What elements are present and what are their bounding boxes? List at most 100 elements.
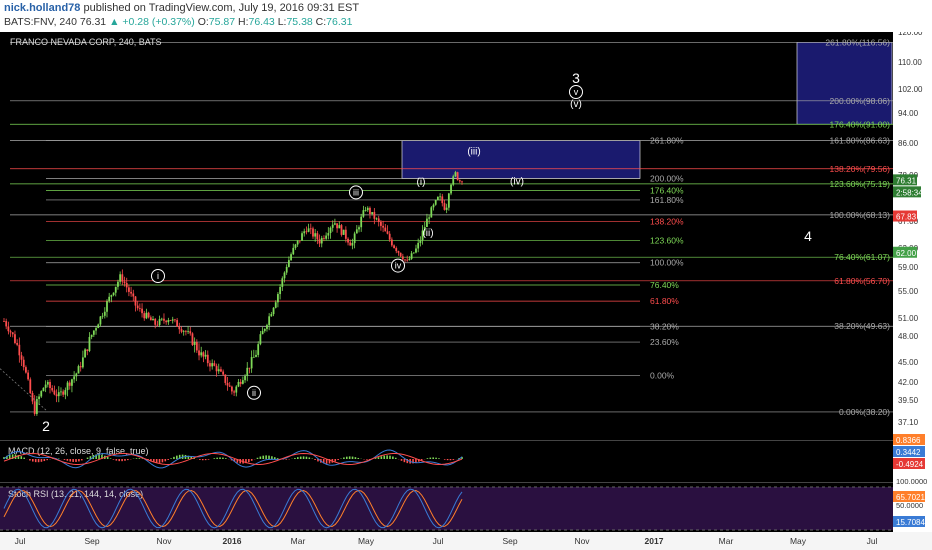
last-price: 76.31 xyxy=(79,16,107,28)
time-tick-label: Sep xyxy=(84,536,99,546)
candle-body xyxy=(128,287,130,292)
candle-body xyxy=(158,319,161,325)
time-tick-label: 2017 xyxy=(645,536,664,546)
macd-value: 0.8366 xyxy=(896,436,921,445)
candle-body xyxy=(296,240,299,245)
wave-label: 3 xyxy=(572,70,580,86)
candle-body xyxy=(213,363,216,366)
candle-body xyxy=(191,333,194,345)
candle-body xyxy=(77,366,80,374)
candle-body xyxy=(277,294,279,303)
fib-left-label: 100.00% xyxy=(650,258,684,268)
candle-body xyxy=(388,233,391,240)
candle-body xyxy=(141,308,143,314)
candle-body xyxy=(461,181,463,183)
price-tick-label: 59.00 xyxy=(898,263,919,272)
candle-body xyxy=(68,382,71,386)
candle-body xyxy=(209,363,211,367)
candle-body xyxy=(266,325,268,329)
change-value: ▲ +0.28 (+0.37%) xyxy=(109,16,195,28)
candle-body xyxy=(84,349,86,358)
candle-body xyxy=(86,349,89,351)
candle-body xyxy=(184,331,187,333)
candle-body xyxy=(314,233,317,237)
chart-canvas[interactable]: 261.80%200.00%176.40%161.80%138.20%123.6… xyxy=(0,32,932,550)
candle-body xyxy=(51,388,54,391)
candle-body xyxy=(355,229,358,234)
candle-body xyxy=(176,320,179,327)
fib-right-label: 61.80%(56.70) xyxy=(834,276,890,286)
candle-body xyxy=(430,207,433,218)
time-tick-label: Jul xyxy=(867,536,878,546)
candle-body xyxy=(156,324,159,326)
candle-body xyxy=(38,396,40,400)
candle-body xyxy=(364,210,367,211)
high-label: H: xyxy=(238,16,249,28)
candle-body xyxy=(71,379,73,386)
candle-body xyxy=(235,386,238,393)
fib-right-label: 176.40%(91.00) xyxy=(830,119,891,129)
candle-body xyxy=(305,231,308,233)
candle-body xyxy=(447,193,450,208)
author-link[interactable]: nick.holland78 xyxy=(4,2,80,14)
candle-body xyxy=(16,343,19,345)
candle-body xyxy=(46,381,49,385)
price-tick-label: 102.00 xyxy=(898,85,923,94)
candle-body xyxy=(336,223,338,229)
candle-body xyxy=(73,376,76,380)
candle-body xyxy=(174,319,176,321)
candle-body xyxy=(81,357,84,368)
candle-body xyxy=(316,233,319,240)
candle-body xyxy=(193,342,196,345)
candle-body xyxy=(7,326,10,332)
candle-body xyxy=(18,344,21,356)
wave-label: 4 xyxy=(804,228,812,244)
wave-label: 2 xyxy=(42,418,50,434)
candle-body xyxy=(241,380,244,384)
candle-body xyxy=(281,278,284,287)
wave-label: i xyxy=(157,271,159,281)
candle-body xyxy=(202,352,205,357)
wave-label: iii xyxy=(353,187,359,197)
time-tick-label: Nov xyxy=(574,536,590,546)
candle-body xyxy=(290,254,292,261)
candle-body xyxy=(408,258,411,261)
candle-body xyxy=(134,296,137,306)
fib-right-label: 200.00%(98.06) xyxy=(830,96,891,106)
candle-body xyxy=(436,196,439,200)
candle-body xyxy=(130,291,133,294)
candle-body xyxy=(248,367,251,369)
candle-body xyxy=(20,355,23,360)
candle-body xyxy=(298,240,301,242)
candle-body xyxy=(250,357,253,369)
candle-body xyxy=(149,317,152,321)
candle-body xyxy=(33,401,36,414)
time-tick-label: Jul xyxy=(433,536,444,546)
fib-right-label: 38.20%(49.63) xyxy=(834,321,890,331)
candle-body xyxy=(386,231,389,234)
fib-right-label: 261.80%(116.56) xyxy=(825,37,890,47)
last-price-value: 76.31 xyxy=(896,176,917,185)
candle-body xyxy=(165,320,168,323)
candle-body xyxy=(44,384,47,388)
candle-body xyxy=(103,311,106,316)
candle-body xyxy=(331,224,334,228)
candle-body xyxy=(27,372,30,380)
candle-body xyxy=(143,313,146,319)
candle-body xyxy=(360,216,363,228)
candle-body xyxy=(294,244,297,248)
wave-label: (v) xyxy=(570,99,582,110)
candle-body xyxy=(338,225,341,229)
candle-body xyxy=(441,196,444,204)
candle-body xyxy=(204,354,207,357)
candle-body xyxy=(301,233,303,241)
candle-body xyxy=(404,259,406,261)
fib-right-label: 100.00%(68.13) xyxy=(830,210,891,220)
open-value: 75.87 xyxy=(208,16,236,28)
candle-body xyxy=(92,330,95,335)
candle-body xyxy=(195,342,198,351)
fib-left-label: 61.80% xyxy=(650,296,679,306)
candle-body xyxy=(167,320,170,323)
candle-body xyxy=(309,228,312,230)
candle-body xyxy=(362,210,365,217)
